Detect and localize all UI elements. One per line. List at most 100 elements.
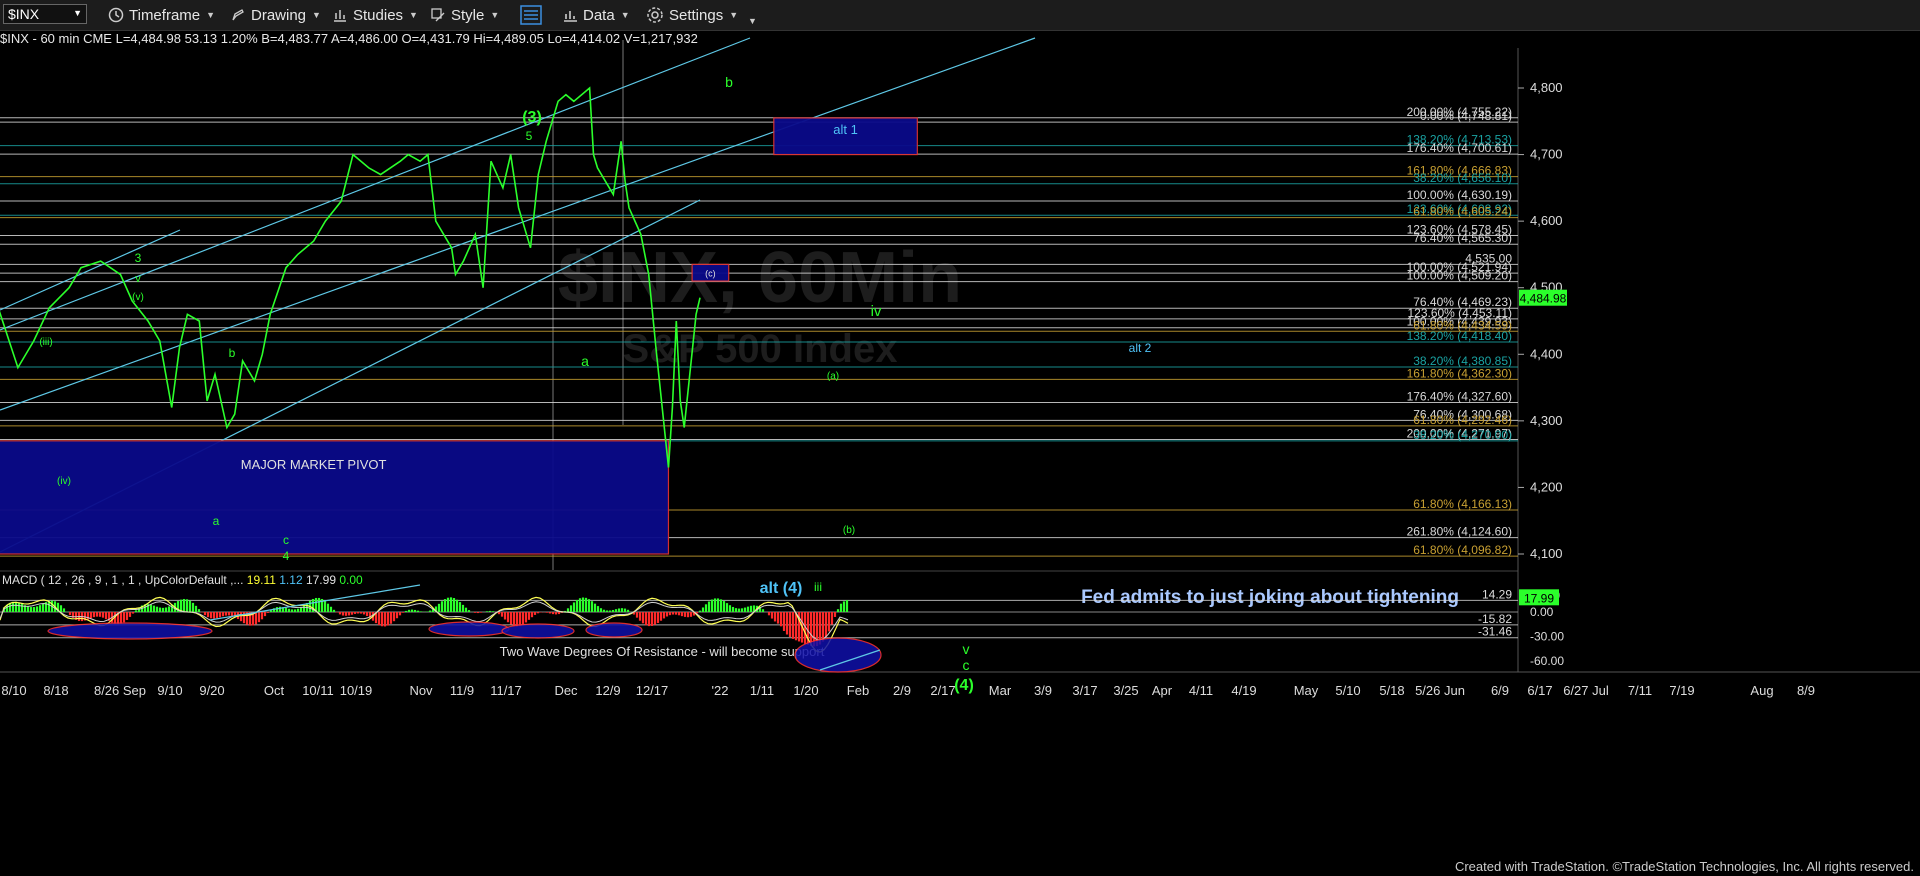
chart-annotation: alt 2 bbox=[1129, 341, 1152, 355]
macd-study-label-part: MACD ( 12 , 26 , 9 , 1 , 1 , UpColorDefa… bbox=[2, 573, 243, 587]
bar-chart-icon bbox=[564, 11, 577, 22]
time-tick-label: 10/19 bbox=[340, 683, 373, 698]
chevron-down-icon: ▼ bbox=[206, 10, 216, 20]
time-tick-label: 7/19 bbox=[1669, 683, 1694, 698]
macd-tick-label: 0.00 bbox=[1530, 605, 1554, 619]
time-tick-label: 2/9 bbox=[893, 683, 911, 698]
time-tick-label: 7/11 bbox=[1628, 683, 1652, 698]
macd-study-label-part: 0.00 bbox=[336, 573, 363, 587]
macd-study-label: MACD ( 12 , 26 , 9 , 1 , 1 , UpColorDefa… bbox=[2, 573, 363, 587]
style-icon bbox=[431, 8, 445, 22]
quote-info-bar: $INX - 60 min CME L=4,484.98 53.13 1.20%… bbox=[0, 31, 698, 46]
chart-annotation: c bbox=[963, 657, 970, 673]
time-tick-label: 8/26 Sep bbox=[94, 683, 146, 698]
chart-annotation: (iii) bbox=[39, 337, 52, 348]
chart-annotation: (4) bbox=[954, 677, 974, 694]
zone-label: MAJOR MARKET PIVOT bbox=[241, 457, 387, 472]
last-price-label: 4,484.98 bbox=[1520, 292, 1567, 306]
time-tick-label: 9/10 bbox=[157, 683, 182, 698]
price-tick-label: 4,600 bbox=[1530, 213, 1563, 228]
price-tick-label: 4,300 bbox=[1530, 413, 1563, 428]
time-tick-label: 8/9 bbox=[1797, 683, 1815, 698]
time-tick-label: 5/10 bbox=[1335, 683, 1360, 698]
chart-annotation: (3) bbox=[522, 109, 542, 126]
toolbar-more-button[interactable]: ▼ bbox=[742, 10, 757, 32]
studies-label: Studies bbox=[353, 6, 404, 24]
chart-annotation: (a) bbox=[827, 371, 839, 382]
fib-level-label: 38.20% (4,656.10) bbox=[1413, 171, 1512, 185]
time-tick-label: 1/11 bbox=[750, 683, 774, 698]
time-tick-label: 4/19 bbox=[1231, 683, 1256, 698]
macd-study-label-part: 1.12 bbox=[276, 573, 303, 587]
time-tick-label: Aug bbox=[1750, 683, 1773, 698]
divergence-ellipse bbox=[428, 621, 510, 637]
chart-annotation: iii bbox=[814, 580, 822, 594]
fib-level-label: 176.40% (4,327.60) bbox=[1407, 389, 1512, 403]
price-tick-label: 4,700 bbox=[1530, 147, 1563, 162]
zone-label: alt 1 bbox=[833, 122, 858, 137]
macd-tick-label: -30.00 bbox=[1530, 630, 1564, 644]
price-tick-label: 4,200 bbox=[1530, 479, 1563, 494]
price-chart[interactable]: $INX, 60MinS&P 500 Index200.00% (4,755.2… bbox=[0, 0, 1920, 876]
fib-level-label: 38.20% (4,270.00) bbox=[1413, 428, 1512, 442]
time-tick-label: 8/10 bbox=[1, 683, 26, 698]
data-button[interactable]: Data ▼ bbox=[562, 4, 630, 26]
footer-credit: Created with TradeStation. ©TradeStation… bbox=[1454, 859, 1914, 874]
price-tick-label: 4,100 bbox=[1530, 546, 1563, 561]
style-button[interactable]: Style ▼ bbox=[430, 4, 499, 26]
drawing-label: Drawing bbox=[251, 6, 307, 24]
data-label: Data bbox=[583, 6, 615, 24]
chart-annotation: v bbox=[963, 641, 970, 657]
chevron-down-icon[interactable]: ▼ bbox=[73, 8, 82, 18]
watermark-name: S&P 500 Index bbox=[623, 327, 898, 371]
time-tick-label: Oct bbox=[264, 683, 285, 698]
fib-level-label: 100.00% (4,509.20) bbox=[1407, 269, 1512, 283]
settings-button[interactable]: Settings ▼ bbox=[646, 4, 738, 26]
studies-button[interactable]: Studies ▼ bbox=[332, 4, 418, 26]
time-tick-label: 12/9 bbox=[595, 683, 620, 698]
macd-last-label: 17.99 bbox=[1524, 591, 1554, 605]
chart-annotation: (iv) bbox=[57, 476, 71, 487]
price-tick-label: 4,800 bbox=[1530, 80, 1563, 95]
time-tick-label: 3/25 bbox=[1113, 683, 1138, 698]
time-tick-label: 1/20 bbox=[793, 683, 818, 698]
fib-level-label: 161.80% (4,362.30) bbox=[1407, 366, 1512, 380]
time-tick-label: May bbox=[1294, 683, 1319, 698]
fib-level-label: 0.00% (4,748.81) bbox=[1420, 109, 1512, 123]
time-tick-label: 3/17 bbox=[1072, 683, 1097, 698]
chart-annotation: v bbox=[135, 273, 141, 285]
chart-annotation: a bbox=[213, 514, 220, 528]
fib-level-label: 138.20% (4,418.40) bbox=[1407, 329, 1512, 343]
chart-annotation: alt (4) bbox=[760, 580, 803, 597]
chevron-down-icon: ▼ bbox=[490, 10, 500, 20]
divergence-ellipse bbox=[501, 623, 575, 639]
drawing-button[interactable]: Drawing ▼ bbox=[230, 4, 321, 26]
layout-button[interactable] bbox=[520, 4, 547, 26]
timeframe-button[interactable]: Timeframe ▼ bbox=[108, 4, 215, 26]
timeframe-label: Timeframe bbox=[129, 6, 201, 24]
time-tick-label: 6/17 bbox=[1527, 683, 1552, 698]
macd-tick-label: -60.00 bbox=[1530, 654, 1564, 668]
time-tick-label: 11/17 bbox=[490, 683, 522, 698]
chart-annotation: (v) bbox=[132, 292, 144, 303]
gear-icon bbox=[647, 7, 663, 23]
chart-annotation: b bbox=[229, 346, 236, 360]
divergence-ellipse bbox=[585, 622, 643, 638]
chart-annotation: c bbox=[283, 533, 289, 547]
chart-annotation: 4 bbox=[283, 549, 290, 563]
watermark-symbol: $INX, 60Min bbox=[558, 238, 962, 318]
layout-icon bbox=[520, 5, 542, 25]
time-tick-label: 11/9 bbox=[450, 683, 474, 698]
time-tick-label: 5/18 bbox=[1379, 683, 1404, 698]
chart-annotation: 5 bbox=[526, 129, 533, 143]
time-tick-label: 9/20 bbox=[199, 683, 224, 698]
time-tick-label: '22 bbox=[712, 683, 729, 698]
time-tick-label: Nov bbox=[409, 683, 433, 698]
symbol-input[interactable]: $INX ▼ bbox=[3, 4, 87, 24]
settings-label: Settings bbox=[669, 6, 724, 24]
time-tick-label: 10/11 bbox=[302, 683, 334, 698]
chart-annotation: Fed admits to just joking about tighteni… bbox=[1081, 587, 1459, 608]
time-tick-label: 8/18 bbox=[43, 683, 68, 698]
macd-study-label-part: 17.99 bbox=[303, 573, 337, 587]
fib-level-label: 76.40% (4,565.30) bbox=[1413, 231, 1512, 245]
